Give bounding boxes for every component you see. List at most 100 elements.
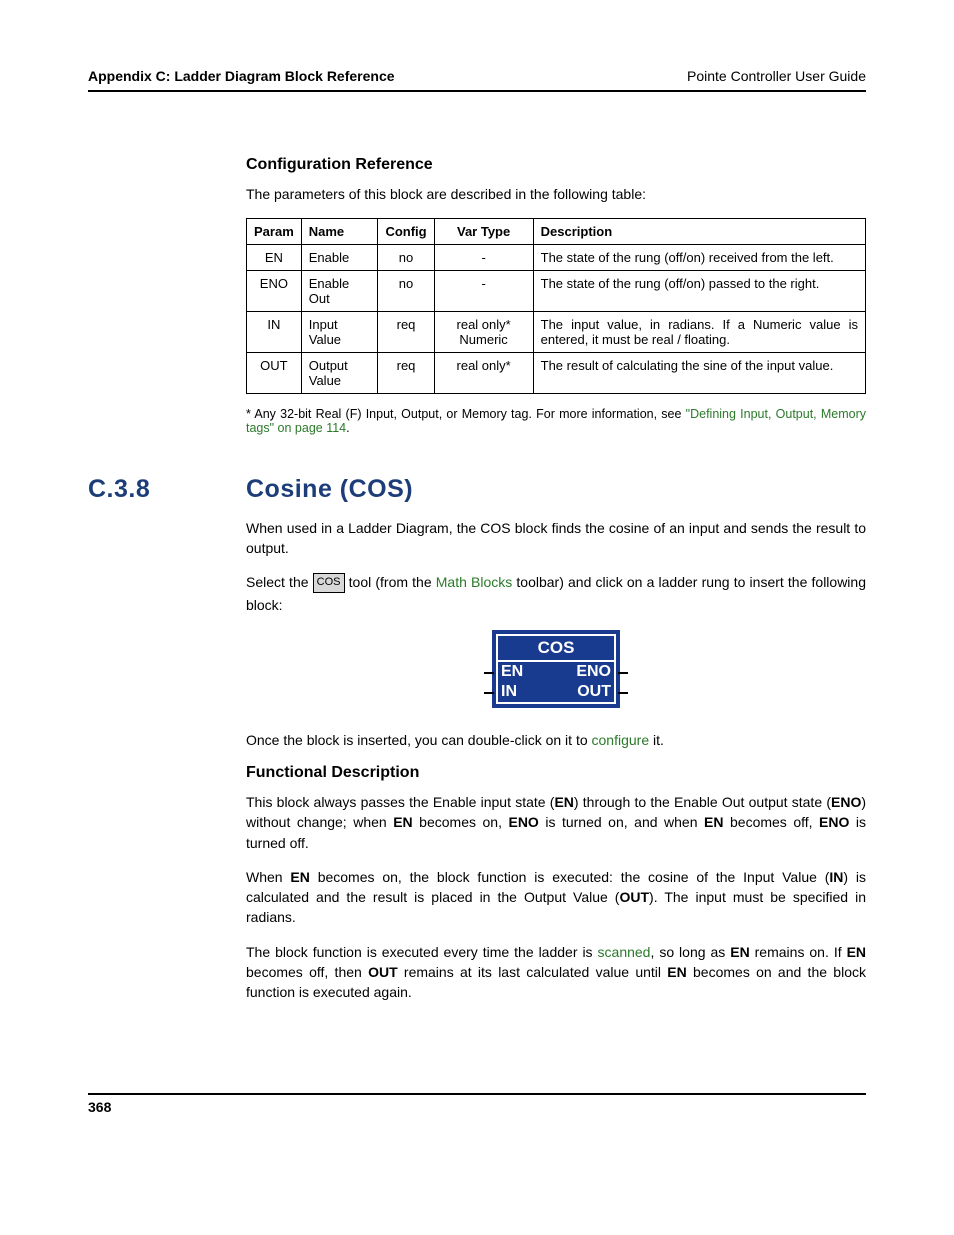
bold: ENO (831, 794, 861, 810)
cell-config: req (378, 312, 434, 353)
cell-desc: The result of calculating the sine of th… (533, 353, 865, 394)
block-row-en: EN ENO (498, 662, 614, 682)
footnote-prefix: * Any 32-bit Real (F) Input, Output, or … (246, 407, 686, 421)
t: remains at its last calculated value unt… (398, 964, 668, 980)
t: becomes on, (413, 814, 509, 830)
cell-vartype: - (434, 245, 533, 271)
config-ref-intro: The parameters of this block are describ… (246, 184, 866, 204)
cell-config: req (378, 353, 434, 394)
table-row: IN Input Value req real only* Numeric Th… (247, 312, 866, 353)
param-table: Param Name Config Var Type Description E… (246, 218, 866, 394)
cell-desc: The input value, in radians. If a Numeri… (533, 312, 865, 353)
t: becomes off, then (246, 964, 368, 980)
cell-config: no (378, 245, 434, 271)
cell-param: ENO (247, 271, 302, 312)
cell-param: EN (247, 245, 302, 271)
functional-desc-heading: Functional Description (246, 764, 866, 782)
connector-icon (618, 692, 628, 694)
cosine-section: When used in a Ladder Diagram, the COS b… (246, 518, 866, 1003)
page-number: 368 (88, 1099, 111, 1115)
block-out: OUT (577, 683, 611, 701)
th-name: Name (301, 219, 378, 245)
section-title: Cosine (COS) (246, 475, 413, 504)
page-footer: 368 (88, 1093, 866, 1115)
cell-desc: The state of the rung (off/on) received … (533, 245, 865, 271)
th-config: Config (378, 219, 434, 245)
cos-configure-paragraph: Once the block is inserted, you can doub… (246, 730, 866, 750)
t: remains on. If (750, 944, 847, 960)
bold: EN (393, 814, 412, 830)
cell-param: OUT (247, 353, 302, 394)
table-row: EN Enable no - The state of the rung (of… (247, 245, 866, 271)
footnote-suffix: . (346, 421, 349, 435)
t: This block always passes the Enable inpu… (246, 794, 554, 810)
p3-a: Once the block is inserted, you can doub… (246, 732, 592, 748)
block-in: IN (501, 683, 517, 701)
table-footnote: * Any 32-bit Real (F) Input, Output, or … (246, 407, 866, 435)
cell-param: IN (247, 312, 302, 353)
block-inner: COS EN ENO IN OUT (496, 634, 616, 704)
cos-tool-icon: COS (313, 573, 345, 593)
func-p3: The block function is executed every tim… (246, 942, 866, 1003)
bold: EN (554, 794, 573, 810)
page-header: Appendix C: Ladder Diagram Block Referen… (88, 68, 866, 92)
t: becomes on, the block function is execut… (310, 869, 830, 885)
cell-config: no (378, 271, 434, 312)
t: When (246, 869, 290, 885)
p2-a: Select the (246, 574, 313, 590)
cos-select-paragraph: Select the COS tool (from the Math Block… (246, 572, 866, 615)
cell-name: Output Value (301, 353, 378, 394)
block-row-in: IN OUT (498, 682, 614, 702)
p2-b: tool (from the (345, 574, 436, 590)
th-vartype: Var Type (434, 219, 533, 245)
func-p2: When EN becomes on, the block function i… (246, 867, 866, 928)
block-en: EN (501, 663, 523, 681)
bold: EN (704, 814, 723, 830)
cos-block-diagram: COS EN ENO IN OUT (492, 630, 620, 708)
t: , so long as (650, 944, 730, 960)
bold: EN (847, 944, 866, 960)
bold: EN (730, 944, 749, 960)
t: ) through to the Enable Out output state… (574, 794, 831, 810)
block-eno: ENO (576, 663, 611, 681)
func-p1: This block always passes the Enable inpu… (246, 792, 866, 853)
connector-icon (484, 692, 494, 694)
bold: IN (829, 869, 843, 885)
t: The block function is executed every tim… (246, 944, 598, 960)
cell-vartype: - (434, 271, 533, 312)
t: becomes off, (723, 814, 819, 830)
th-desc: Description (533, 219, 865, 245)
math-blocks-link[interactable]: Math Blocks (436, 574, 513, 590)
header-right: Pointe Controller User Guide (687, 68, 866, 84)
table-row: OUT Output Value req real only* The resu… (247, 353, 866, 394)
connector-icon (618, 672, 628, 674)
th-param: Param (247, 219, 302, 245)
bold: OUT (619, 889, 649, 905)
section-number: C.3.8 (88, 475, 246, 504)
p3-b: it. (649, 732, 664, 748)
t: is turned on, and when (539, 814, 704, 830)
bold: EN (667, 964, 686, 980)
page: Appendix C: Ladder Diagram Block Referen… (0, 0, 954, 1175)
configure-link[interactable]: configure (592, 732, 650, 748)
section-heading: C.3.8 Cosine (COS) (88, 475, 866, 504)
cell-name: Enable (301, 245, 378, 271)
config-ref-heading: Configuration Reference (246, 156, 866, 174)
cell-desc: The state of the rung (off/on) passed to… (533, 271, 865, 312)
header-left: Appendix C: Ladder Diagram Block Referen… (88, 68, 395, 84)
table-header-row: Param Name Config Var Type Description (247, 219, 866, 245)
cos-intro: When used in a Ladder Diagram, the COS b… (246, 518, 866, 559)
config-reference-section: Configuration Reference The parameters o… (246, 156, 866, 435)
cell-name: Enable Out (301, 271, 378, 312)
bold: EN (290, 869, 309, 885)
block-title: COS (498, 636, 614, 662)
bold: ENO (819, 814, 849, 830)
scanned-link[interactable]: scanned (598, 944, 651, 960)
connector-icon (484, 672, 494, 674)
bold: ENO (508, 814, 538, 830)
table-row: ENO Enable Out no - The state of the run… (247, 271, 866, 312)
bold: OUT (368, 964, 398, 980)
cell-vartype: real only* Numeric (434, 312, 533, 353)
cell-vartype: real only* (434, 353, 533, 394)
cell-name: Input Value (301, 312, 378, 353)
